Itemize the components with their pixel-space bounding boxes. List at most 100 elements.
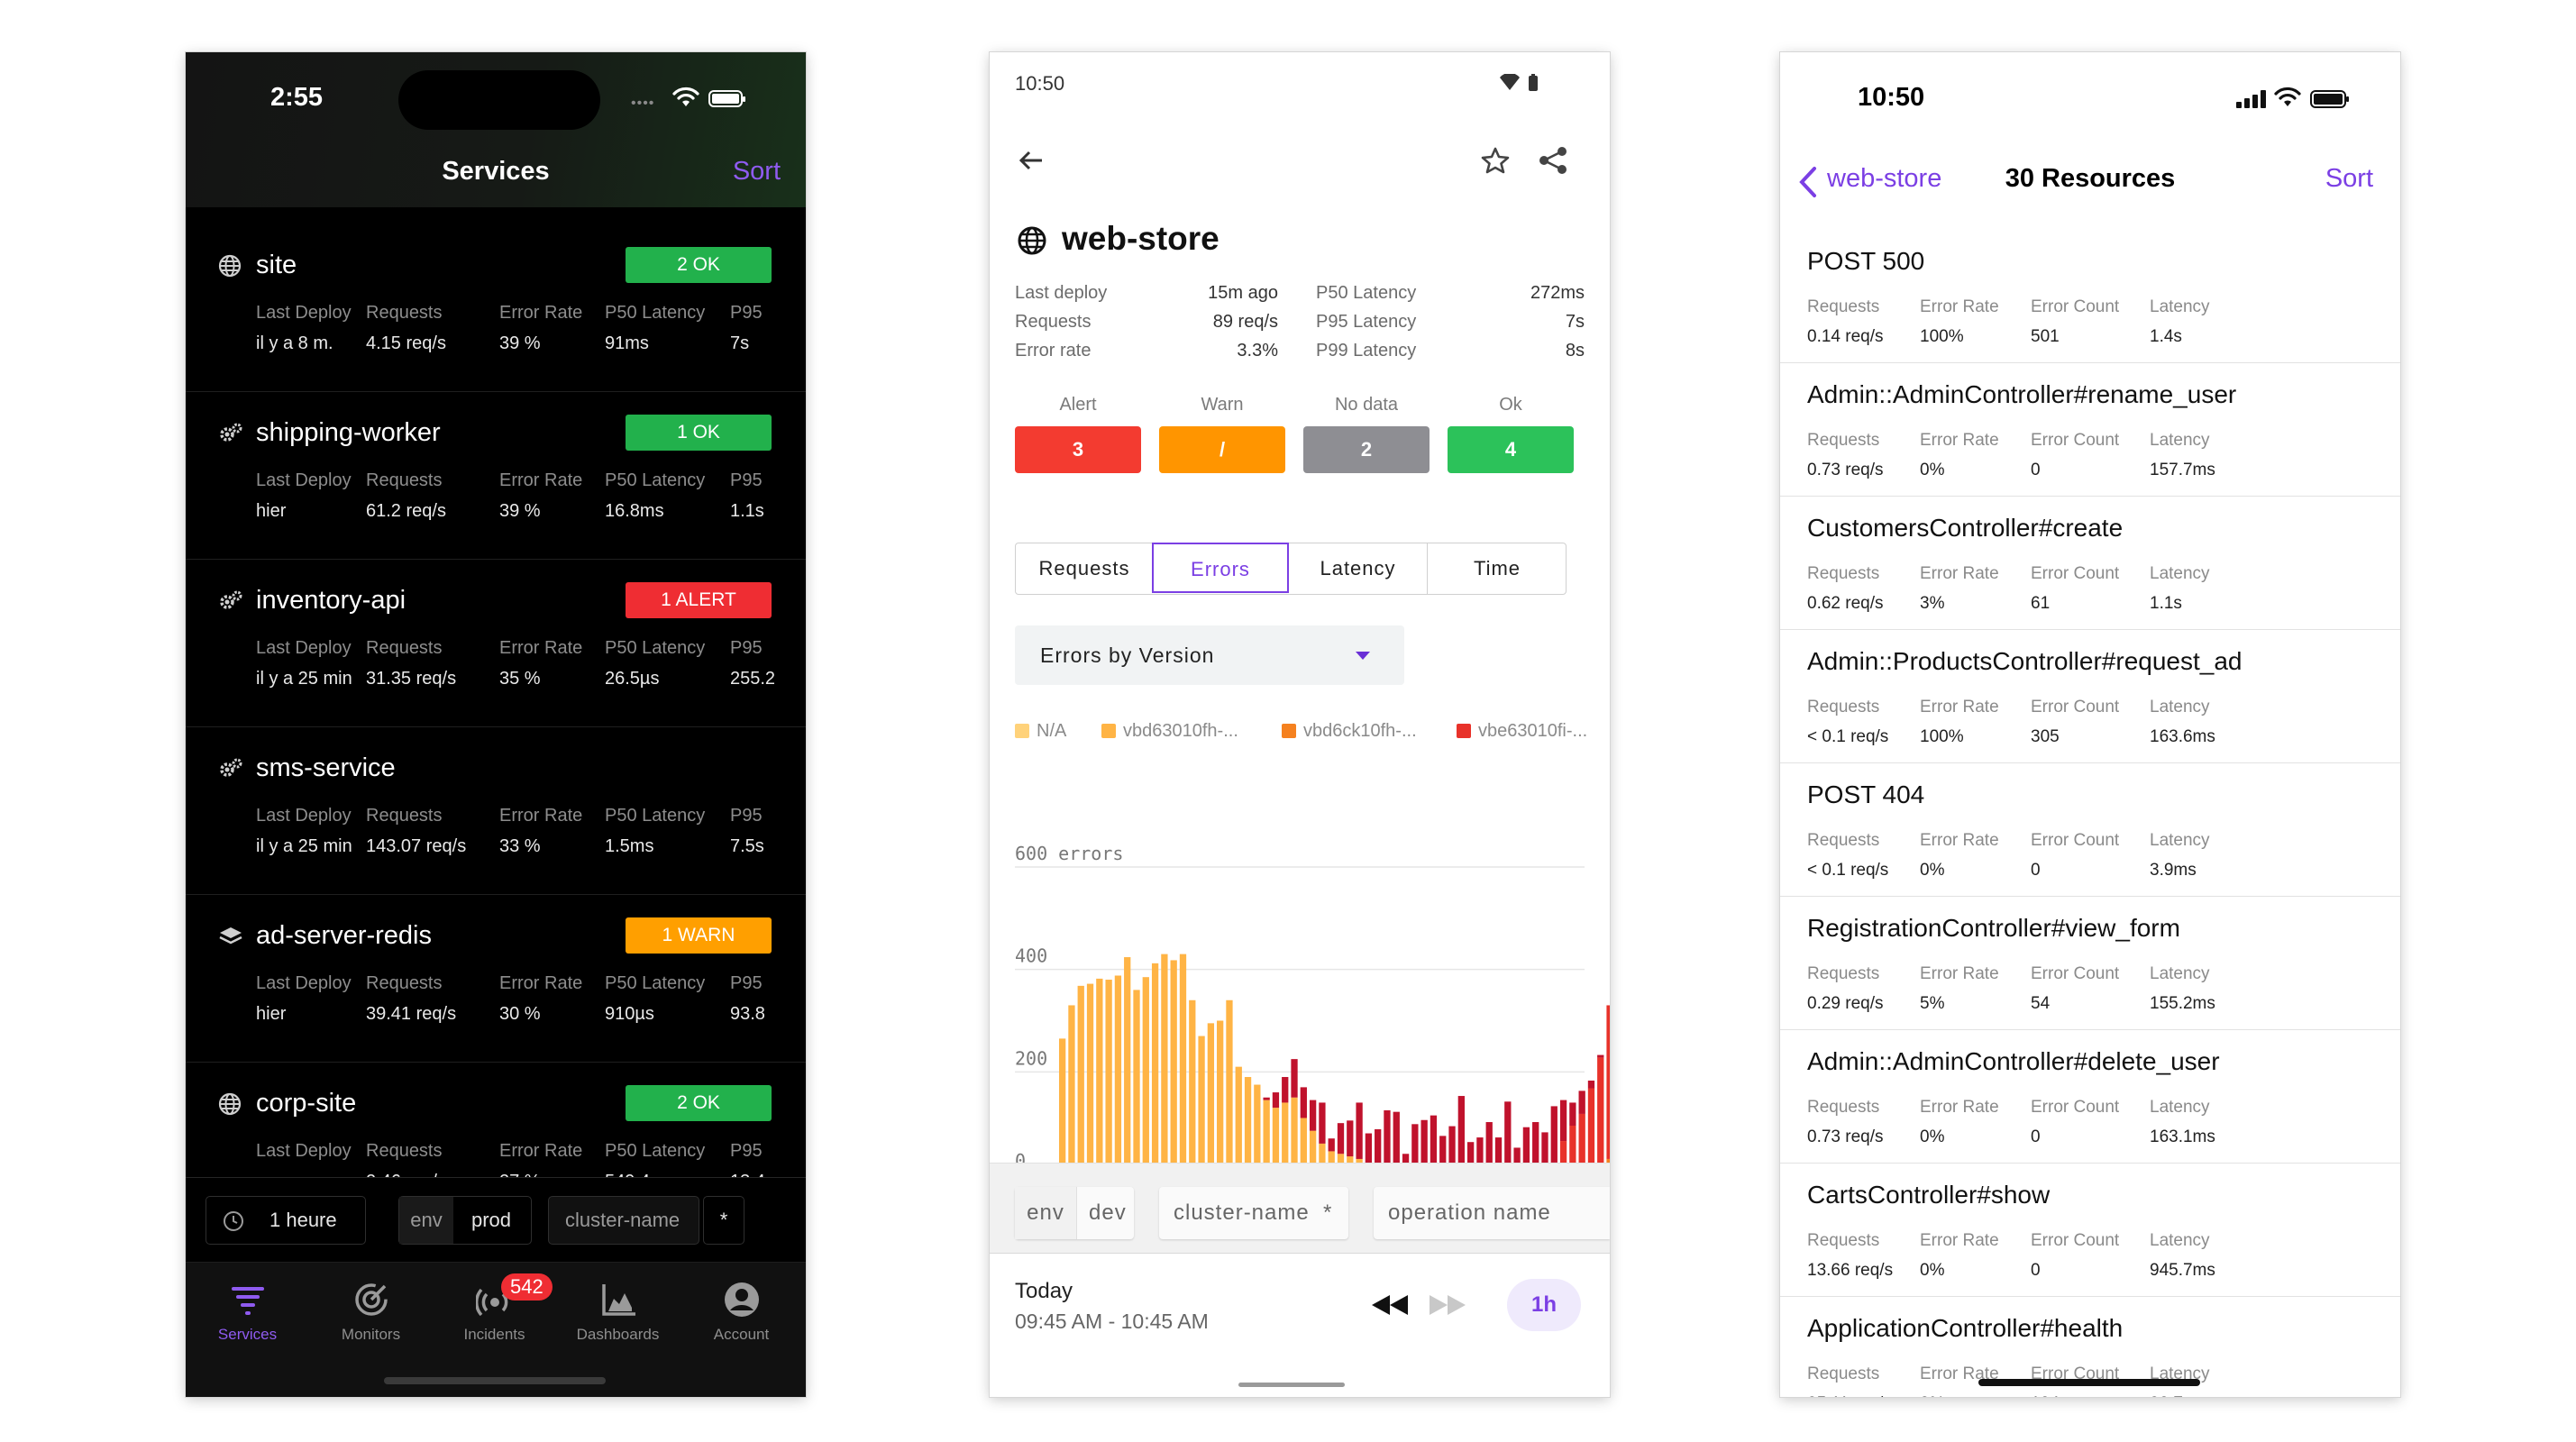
monitor-status-ok[interactable]: Ok 4 bbox=[1448, 395, 1574, 473]
requests-value: 0.62 req/s bbox=[1807, 594, 1884, 613]
service-card[interactable]: sms-service Last Deploy il y a 25 min Reque… bbox=[186, 726, 806, 895]
resource-row[interactable]: RegistrationController#view_form Requests… bbox=[1780, 896, 2400, 1030]
requests-header: Requests bbox=[366, 806, 443, 826]
last-deploy-value: il y a 25 min bbox=[256, 669, 352, 689]
segment-latency[interactable]: Latency bbox=[1289, 543, 1427, 594]
service-card[interactable]: site 2 OK Last Deploy il y a 8 m. Requests 4.… bbox=[186, 224, 806, 392]
sort-button[interactable]: Sort bbox=[2325, 164, 2373, 194]
requests-value: 143.07 req/s bbox=[366, 836, 467, 856]
bar-segment bbox=[1114, 975, 1122, 1174]
error-rate-header: Error Rate bbox=[499, 973, 583, 993]
legend-swatch bbox=[1282, 724, 1296, 738]
resource-row[interactable]: POST 500 Requests 0.14 req/s Error Rate 100%… bbox=[1780, 229, 2400, 363]
back-arrow-icon[interactable] bbox=[1017, 146, 1046, 175]
page-title: 30 Resources bbox=[2005, 164, 2176, 193]
time-range-chip[interactable]: 1 heure bbox=[206, 1196, 366, 1245]
error-rate-value: 35 % bbox=[499, 669, 541, 689]
errors-chart: 600 errors020040009:4510:0010:1510:3010:… bbox=[1015, 843, 1610, 1206]
zoom-button[interactable]: 1h bbox=[1507, 1279, 1581, 1331]
stat-label: P95 Latency bbox=[1316, 312, 1417, 332]
requests-value: 4.15 req/s bbox=[366, 333, 446, 353]
stat-label: Last deploy bbox=[1015, 283, 1108, 303]
operation-chip[interactable]: operation name bbox=[1374, 1187, 1610, 1239]
requests-header: Requests bbox=[1807, 1098, 1880, 1117]
segment-errors[interactable]: Errors bbox=[1152, 543, 1289, 593]
status-time: 10:50 bbox=[1015, 72, 1065, 95]
monitor-status-no-data[interactable]: No data 2 bbox=[1303, 395, 1430, 473]
requests-header: Requests bbox=[1807, 964, 1880, 983]
p50-latency-value: 16.8ms bbox=[605, 501, 664, 521]
resource-name: ApplicationController#health bbox=[1807, 1314, 2124, 1342]
env-chip[interactable]: env dev bbox=[1015, 1187, 1134, 1239]
p95-latency-column: P95 7.5s bbox=[730, 806, 764, 857]
cluster-value-chip[interactable]: * bbox=[703, 1196, 744, 1245]
cluster-chip[interactable]: cluster-name * bbox=[1159, 1187, 1348, 1239]
requests-value: 0.73 req/s bbox=[1807, 461, 1884, 479]
error-count-value: 0 bbox=[2031, 1261, 2041, 1280]
star-icon[interactable] bbox=[1480, 146, 1511, 175]
segment-requests[interactable]: Requests bbox=[1016, 543, 1153, 594]
p50-latency-header: P50 Latency bbox=[605, 470, 706, 490]
fast-forward-icon[interactable] bbox=[1428, 1293, 1467, 1317]
requests-column: Requests 0.29 req/s bbox=[1807, 964, 1884, 1014]
stat-label: P50 Latency bbox=[1316, 283, 1417, 303]
tab-label: Dashboards bbox=[576, 1326, 660, 1343]
p95-latency-header: P95 bbox=[730, 303, 763, 323]
p95-latency-value: 7.5s bbox=[730, 836, 764, 856]
resource-row[interactable]: Admin::ProductsController#request_ad Requ… bbox=[1780, 629, 2400, 763]
monitor-status-warn[interactable]: Warn / bbox=[1159, 395, 1285, 473]
last-deploy-column: Last Deploy il y a 8 m. bbox=[256, 303, 352, 354]
resource-row[interactable]: Admin::AdminController#delete_user Reques… bbox=[1780, 1029, 2400, 1164]
p50-latency-header: P50 Latency bbox=[605, 806, 706, 826]
bar-segment bbox=[1559, 1100, 1567, 1142]
share-icon[interactable] bbox=[1538, 146, 1568, 175]
latency-value: 945.7ms bbox=[2150, 1261, 2215, 1280]
requests-column: Requests 4.15 req/s bbox=[366, 303, 446, 354]
resource-row[interactable]: CustomersController#create Requests 0.62 r… bbox=[1780, 496, 2400, 630]
status-badge: 1 ALERT bbox=[626, 582, 772, 618]
service-card[interactable]: ad-server-redis 1 WARN Last Deploy hier Requ… bbox=[186, 894, 806, 1063]
gears-icon bbox=[218, 589, 242, 613]
globe-icon bbox=[218, 1092, 242, 1116]
env-chip[interactable]: env prod bbox=[398, 1196, 532, 1245]
gears-icon bbox=[218, 422, 242, 445]
error-rate-column: Error Rate 39 % bbox=[499, 470, 582, 522]
error-rate-value: 39 % bbox=[499, 333, 541, 353]
error-count-column: Error Count 54 bbox=[2031, 964, 2119, 1014]
resource-row[interactable]: POST 404 Requests < 0.1 req/s Error Rate 0% E… bbox=[1780, 762, 2400, 897]
sort-button[interactable]: Sort bbox=[733, 157, 781, 187]
resource-row[interactable]: Admin::AdminController#rename_user Reques… bbox=[1780, 362, 2400, 497]
error-rate-column: Error Rate 3% bbox=[1920, 564, 1999, 614]
error-rate-header: Error Rate bbox=[1920, 698, 1999, 716]
rewind-icon[interactable] bbox=[1370, 1293, 1410, 1317]
legend-label: vbe63010fi-... bbox=[1478, 721, 1588, 741]
error-count-value: 0 bbox=[2031, 1127, 2041, 1146]
chart-type-dropdown[interactable]: Errors by Version bbox=[1015, 625, 1404, 685]
segment-time[interactable]: Time bbox=[1427, 543, 1567, 594]
monitor-status-alert[interactable]: Alert 3 bbox=[1015, 395, 1141, 473]
latency-column: Latency 157.7ms bbox=[2150, 431, 2215, 480]
service-card[interactable]: shipping-worker 1 OK Last Deploy hier Reques… bbox=[186, 391, 806, 560]
error-count-value: 305 bbox=[2031, 727, 2060, 746]
requests-value: < 0.1 req/s bbox=[1807, 861, 1889, 880]
service-card[interactable]: inventory-api 1 ALERT Last Deploy il y a 25… bbox=[186, 559, 806, 727]
error-rate-header: Error Rate bbox=[1920, 431, 1999, 450]
requests-header: Requests bbox=[1807, 831, 1880, 850]
error-rate-value: 0% bbox=[1920, 1394, 1999, 1397]
filter-bar: 1 heure env prod cluster-name * bbox=[186, 1177, 806, 1263]
monitor-status-label: Warn bbox=[1201, 395, 1244, 415]
p50-latency-column: P50 Latency 1.5ms bbox=[605, 806, 705, 857]
requests-value: 0.29 req/s bbox=[1807, 994, 1884, 1013]
bar-segment bbox=[1133, 990, 1140, 1174]
resource-row[interactable]: CartsController#show Requests 13.66 req/s E… bbox=[1780, 1163, 2400, 1297]
error-rate-column: Error Rate 0% bbox=[1920, 431, 1999, 480]
legend-label: N/A bbox=[1037, 721, 1067, 741]
p50-latency-column: P50 Latency 910µs bbox=[605, 973, 705, 1025]
cluster-chip[interactable]: cluster-name bbox=[548, 1196, 699, 1245]
resources-screen: 10:50 web-store 30 Resources Sort POST 5… bbox=[1780, 52, 2400, 1397]
requests-column: Requests 0.73 req/s bbox=[1807, 431, 1884, 480]
monitor-status-label: Alert bbox=[1059, 395, 1097, 415]
service-name: ad-server-redis bbox=[256, 921, 432, 950]
metric-segmented-control: Requests Errors Latency Time bbox=[1015, 543, 1567, 595]
bar-segment bbox=[1189, 999, 1196, 1174]
